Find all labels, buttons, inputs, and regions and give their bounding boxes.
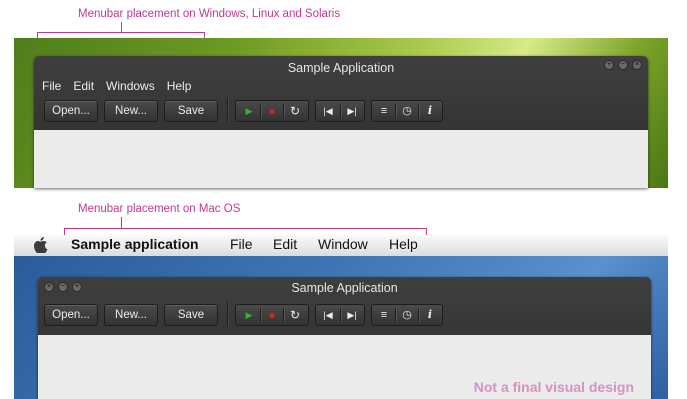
- skip-back-icon[interactable]: |◀: [317, 305, 339, 325]
- toolbar-separator: [227, 98, 228, 122]
- skip-forward-icon[interactable]: ▶|: [341, 305, 363, 325]
- list-icon[interactable]: ≡: [373, 305, 395, 325]
- open-button[interactable]: Open...: [44, 304, 98, 326]
- menu-file[interactable]: File: [42, 79, 61, 93]
- app-window-linux: Sample Application + − × File Edit Windows…: [34, 56, 648, 188]
- tools-group: ≡ ◷ i: [371, 100, 443, 122]
- annotation-windows-menubar: Menubar placement on Windows, Linux and …: [78, 8, 341, 20]
- open-button[interactable]: Open...: [44, 100, 98, 122]
- menu-edit[interactable]: Edit: [73, 79, 94, 93]
- tools-group: ≡ ◷ i: [371, 304, 443, 326]
- info-icon[interactable]: i: [419, 101, 441, 121]
- record-icon[interactable]: ●: [261, 101, 283, 121]
- record-icon[interactable]: ●: [261, 305, 283, 325]
- play-icon[interactable]: ▶: [238, 305, 260, 325]
- mac-menubar: Sample application File Edit Window Help: [14, 235, 668, 257]
- toolbar-separator: [227, 302, 228, 326]
- new-button[interactable]: New...: [104, 304, 158, 326]
- menubar: File Edit Windows Help: [42, 79, 203, 93]
- window-title: Sample Application: [287, 61, 395, 75]
- play-icon[interactable]: ▶: [238, 101, 260, 121]
- content-area: [34, 130, 648, 188]
- navigation-group: |◀ ▶|: [315, 304, 365, 326]
- playback-group: ▶ ● ↻: [235, 304, 309, 326]
- annotation-connector: [121, 217, 122, 228]
- navigation-group: |◀ ▶|: [315, 100, 365, 122]
- new-button[interactable]: New...: [104, 100, 158, 122]
- menu-windows[interactable]: Windows: [106, 79, 155, 93]
- annotation-connector: [121, 22, 122, 32]
- disclaimer-text: Not a final visual design: [473, 379, 634, 395]
- window-title: Sample Application: [291, 281, 398, 295]
- mac-menu-window[interactable]: Window: [318, 236, 368, 252]
- skip-back-icon[interactable]: |◀: [317, 101, 339, 121]
- save-button[interactable]: Save: [164, 304, 218, 326]
- clock-icon[interactable]: ◷: [396, 101, 418, 121]
- close-icon[interactable]: ×: [632, 60, 642, 70]
- minimize-icon[interactable]: −: [618, 60, 628, 70]
- reload-icon[interactable]: ↻: [284, 305, 306, 325]
- mac-menu-file[interactable]: File: [230, 236, 253, 252]
- mac-menu-help[interactable]: Help: [389, 236, 418, 252]
- save-button[interactable]: Save: [164, 100, 218, 122]
- clock-icon[interactable]: ◷: [396, 305, 418, 325]
- menu-help[interactable]: Help: [167, 79, 192, 93]
- annotation-mac-menubar: Menubar placement on Mac OS: [78, 203, 241, 215]
- apple-logo-icon[interactable]: [34, 237, 48, 253]
- skip-forward-icon[interactable]: ▶|: [341, 101, 363, 121]
- reload-icon[interactable]: ↻: [284, 101, 306, 121]
- mac-menu-edit[interactable]: Edit: [273, 236, 297, 252]
- zoom-icon[interactable]: +: [604, 60, 614, 70]
- list-icon[interactable]: ≡: [373, 101, 395, 121]
- info-icon[interactable]: i: [419, 305, 441, 325]
- playback-group: ▶ ● ↻: [235, 100, 309, 122]
- mac-app-name[interactable]: Sample application: [71, 236, 199, 252]
